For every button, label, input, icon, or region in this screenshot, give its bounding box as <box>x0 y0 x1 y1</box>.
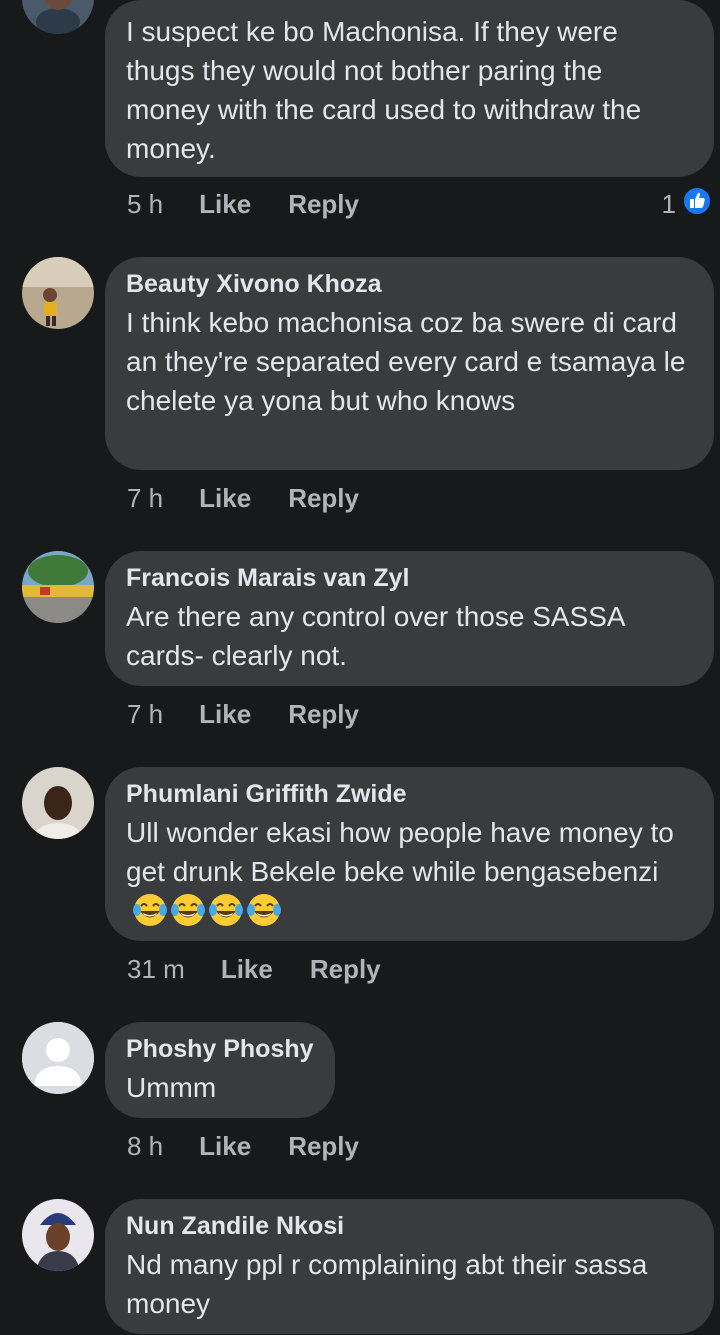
comment-bubble[interactable]: Nun Zandile Nkosi Nd many ppl r complain… <box>105 1199 714 1334</box>
reaction-count-number: 1 <box>661 189 676 219</box>
default-profile-icon <box>22 1022 94 1094</box>
comment-text: I think kebo machonisa coz ba swere di c… <box>126 307 686 416</box>
avatar[interactable] <box>22 257 94 329</box>
comment-bubble[interactable]: I suspect ke bo Machonisa. If they were … <box>105 0 714 177</box>
comment-actions: 8 h Like Reply <box>127 1128 359 1164</box>
comment-bubble[interactable]: Phoshy Phoshy Ummm <box>105 1022 335 1118</box>
comment-author[interactable]: Beauty Xivono Khoza <box>126 269 694 299</box>
like-button[interactable]: Like <box>199 483 251 514</box>
comment-bubble[interactable]: Beauty Xivono Khoza I think kebo machoni… <box>105 257 714 470</box>
reply-button[interactable]: Reply <box>288 1131 359 1162</box>
comment-text: Ull wonder ekasi how people have money t… <box>126 813 694 930</box>
avatar[interactable] <box>22 0 94 34</box>
comment-timestamp: 31 m <box>127 953 185 984</box>
comment-timestamp: 7 h <box>127 698 164 729</box>
like-button[interactable]: Like <box>199 1131 251 1162</box>
comment-actions: 5 h Like Reply <box>127 186 359 222</box>
reply-button[interactable]: Reply <box>288 189 359 220</box>
comment-author[interactable]: Phumlani Griffith Zwide <box>126 779 694 809</box>
reply-button[interactable]: Reply <box>288 699 359 730</box>
comment-text: I suspect ke bo Machonisa. If they were … <box>126 16 642 164</box>
tears-of-joy-icon <box>133 894 167 926</box>
comment-author[interactable]: Nun Zandile Nkosi <box>126 1211 694 1241</box>
comment-text: Are there any control over those SASSA c… <box>126 601 625 671</box>
comment-bubble[interactable]: Francois Marais van Zyl Are there any co… <box>105 551 714 686</box>
like-reaction-icon <box>682 186 712 223</box>
avatar[interactable] <box>22 551 94 623</box>
comment-actions: 7 h Like Reply <box>127 696 359 732</box>
comment-author[interactable]: Phoshy Phoshy <box>126 1034 315 1064</box>
comment-timestamp: 8 h <box>127 1130 164 1161</box>
comment-text: Ummm <box>126 1072 217 1103</box>
avatar[interactable] <box>22 1022 94 1094</box>
comment-bubble[interactable]: Phumlani Griffith Zwide Ull wonder ekasi… <box>105 767 714 941</box>
comment-text: Nd many ppl r complaining abt their sass… <box>126 1249 648 1319</box>
like-button[interactable]: Like <box>199 699 251 730</box>
tears-of-joy-icon <box>247 894 281 926</box>
comment-actions: 31 m Like Reply <box>127 951 381 987</box>
avatar[interactable] <box>22 767 94 839</box>
reply-button[interactable]: Reply <box>288 483 359 514</box>
emoji-group <box>132 892 284 928</box>
tears-of-joy-icon <box>209 894 243 926</box>
reaction-count[interactable]: 1 <box>662 186 712 223</box>
comment-timestamp: 7 h <box>127 482 164 513</box>
comment-timestamp: 5 h <box>127 188 164 219</box>
comment-actions: 7 h Like Reply <box>127 480 359 516</box>
comment-author[interactable]: Francois Marais van Zyl <box>126 563 694 593</box>
tears-of-joy-icon <box>171 894 205 926</box>
reply-button[interactable]: Reply <box>310 954 381 985</box>
avatar[interactable] <box>22 1199 94 1271</box>
comment-text-content: Ull wonder ekasi how people have money t… <box>126 817 674 887</box>
like-button[interactable]: Like <box>199 189 251 220</box>
like-button[interactable]: Like <box>221 954 273 985</box>
